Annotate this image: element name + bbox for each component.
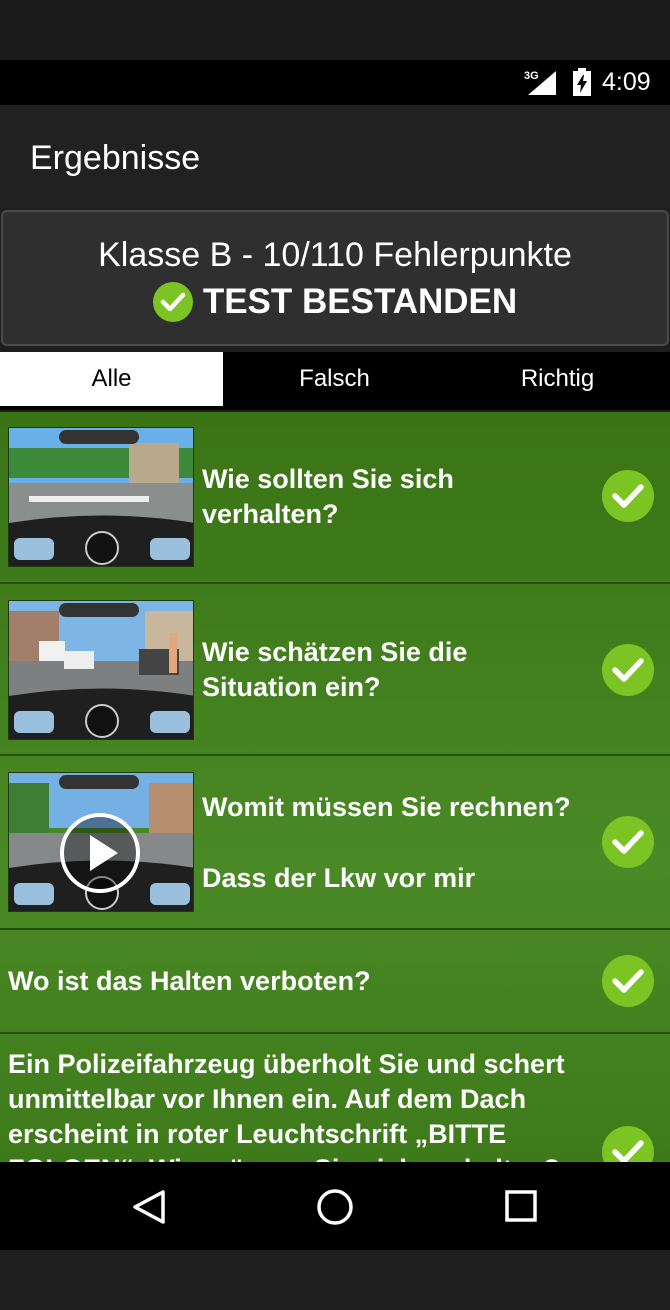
clock: 4:09 [602, 68, 651, 96]
question-row[interactable]: Wie sollten Sie sich verhalten? [0, 412, 670, 584]
tab-falsch[interactable]: Falsch [223, 352, 446, 406]
top-system-area [0, 0, 670, 60]
recents-square-icon[interactable] [504, 1189, 538, 1223]
home-circle-icon[interactable] [316, 1188, 354, 1226]
question-text: Wo ist das Halten verboten? [8, 966, 371, 996]
result-status: TEST BESTANDEN [3, 282, 667, 322]
play-button[interactable] [60, 813, 140, 893]
question-row[interactable]: Wie schätzen Sie die Situation ein? [0, 584, 670, 756]
correct-check-icon [602, 816, 654, 868]
page-title: Ergebnisse [30, 139, 201, 177]
answer-text: Dass der Lkw vor mir [202, 863, 476, 893]
result-status-label: TEST BESTANDEN [202, 282, 518, 321]
back-triangle-icon[interactable] [130, 1189, 168, 1225]
navigation-bar [0, 1162, 670, 1250]
question-text: Ein Polizeifahrzeug überholt Sie und sch… [8, 1049, 565, 1162]
bottom-system-area [0, 1250, 670, 1310]
question-text: Womit müssen Sie rechnen? [202, 792, 571, 822]
tab-alle[interactable]: Alle [0, 352, 223, 406]
correct-check-icon [602, 1126, 654, 1162]
app-bar: Ergebnisse [0, 105, 670, 208]
status-bar: 3G 4:09 [0, 60, 670, 105]
correct-check-icon [602, 955, 654, 1007]
question-row[interactable]: Wo ist das Halten verboten? [0, 930, 670, 1034]
tab-richtig[interactable]: Richtig [446, 352, 669, 406]
question-image [8, 427, 194, 567]
question-text: Wie sollten Sie sich verhalten? [202, 464, 454, 529]
result-summary-text: Klasse B - 10/110 Fehlerpunkte [98, 236, 572, 274]
question-row[interactable]: Womit müssen Sie rechnen? Dass der Lkw v… [0, 756, 670, 930]
correct-check-icon [602, 644, 654, 696]
battery-charging-icon [573, 68, 591, 96]
signal-icon [528, 71, 556, 95]
passed-check-icon [152, 282, 193, 322]
correct-check-icon [602, 470, 654, 522]
play-icon [90, 835, 118, 871]
question-image [8, 600, 194, 740]
result-summary-card: Klasse B - 10/110 Fehlerpunkte TEST BEST… [1, 210, 669, 346]
question-row[interactable]: Ein Polizeifahrzeug überholt Sie und sch… [0, 1034, 670, 1162]
question-list[interactable]: Wie sollten Sie sich verhalten? Wie schä… [0, 412, 670, 1162]
question-text: Wie schätzen Sie die Situation ein? [202, 637, 468, 702]
filter-tabs: Alle Falsch Richtig [0, 352, 670, 410]
